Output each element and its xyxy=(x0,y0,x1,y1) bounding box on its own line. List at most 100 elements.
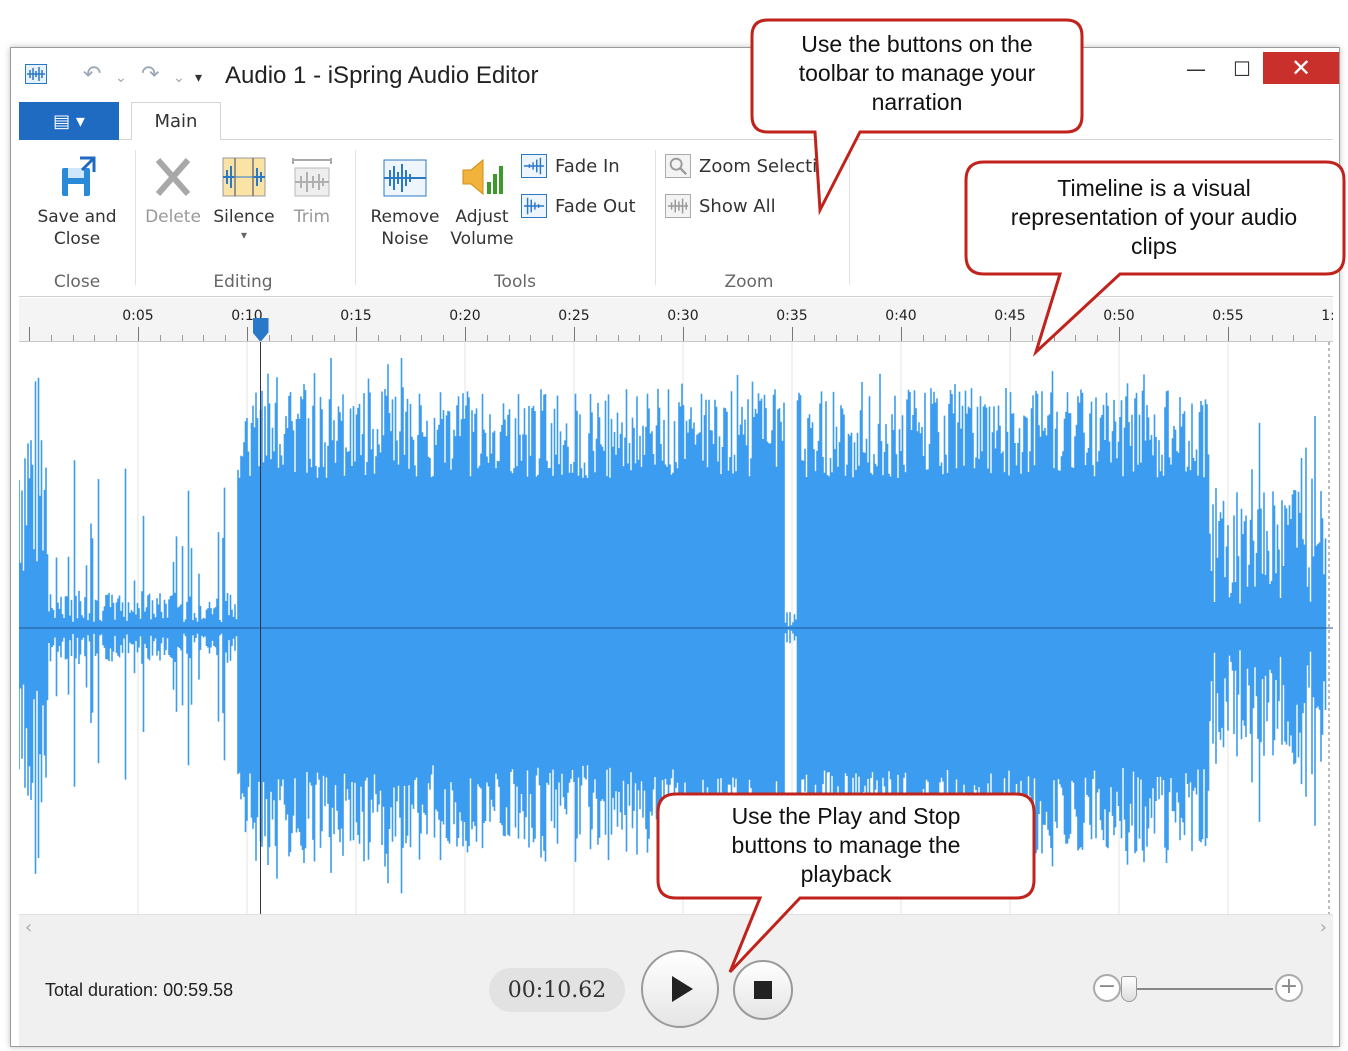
ruler-tick xyxy=(639,335,641,341)
maximize-button[interactable]: ☐ xyxy=(1227,54,1257,84)
ruler-tick xyxy=(574,327,575,341)
ruler-tick xyxy=(813,335,815,341)
ruler-tick xyxy=(399,335,401,341)
ruler-tick xyxy=(203,335,205,341)
adjust-volume-label-2: Volume xyxy=(450,229,514,249)
adjust-volume-label-1: Adjust xyxy=(455,207,509,227)
callout-line: representation of your audio xyxy=(1010,204,1298,230)
ruler-tick-label: 0:55 xyxy=(1212,308,1244,324)
zoom-in-icon[interactable]: + xyxy=(1275,974,1303,1002)
play-icon xyxy=(672,976,693,1002)
save-and-close-label-1: Save and xyxy=(37,207,117,227)
ruler-tick-label: 0:15 xyxy=(340,308,372,324)
silence-button[interactable]: Silence ▾ xyxy=(211,154,277,242)
callout-line: Use the buttons on the xyxy=(801,31,1033,57)
scroll-right-arrow-icon[interactable]: › xyxy=(1320,917,1327,938)
ruler-tick xyxy=(1293,335,1295,341)
ruler-tick-label: 0:25 xyxy=(558,308,590,324)
ruler-tick xyxy=(50,335,52,341)
fade-out-icon xyxy=(521,194,547,218)
ruler-tick xyxy=(1097,335,1099,341)
ruler-tick xyxy=(1119,327,1120,341)
trim-icon xyxy=(292,158,332,197)
redo-icon[interactable]: ↷ xyxy=(141,62,159,87)
ruler-tick xyxy=(225,335,227,341)
silence-label: Silence xyxy=(213,207,275,227)
callout-line: playback xyxy=(800,861,892,887)
zoom-out-icon[interactable]: − xyxy=(1093,974,1121,1002)
ruler-tick xyxy=(530,335,532,341)
total-duration: Total duration: 00:59.58 xyxy=(45,980,234,1000)
ruler-tick xyxy=(748,335,750,341)
ruler-tick xyxy=(356,327,357,341)
ruler-tick xyxy=(312,335,314,341)
minimize-button[interactable]: — xyxy=(1181,54,1211,84)
silence-dropdown-icon[interactable]: ▾ xyxy=(211,228,277,242)
timeline-ruler[interactable]: 0:05 0:10 0:15 0:20 0:25 0:30 0:35 0:40 0:45 0:50… xyxy=(19,298,1333,342)
ruler-tick xyxy=(290,335,292,341)
ruler-tick xyxy=(1228,327,1229,341)
zoom-slider-track[interactable] xyxy=(1123,988,1273,990)
group-label-close: Close xyxy=(53,272,101,292)
group-separator xyxy=(135,150,136,285)
ruler-tick xyxy=(966,335,968,341)
ruler-tick xyxy=(1075,335,1077,341)
ruler-tick xyxy=(988,335,990,341)
stop-button[interactable] xyxy=(733,960,793,1020)
undo-icon[interactable]: ↶ xyxy=(83,62,101,87)
file-menu-tab[interactable]: ▤ ▾ xyxy=(19,102,119,140)
ruler-tick xyxy=(595,335,597,341)
window-title: Audio 1 - iSpring Audio Editor xyxy=(225,62,539,89)
fade-in-icon xyxy=(521,154,547,178)
save-and-close-button[interactable]: Save and Close xyxy=(29,154,125,250)
adjust-volume-button[interactable]: Adjust Volume xyxy=(447,154,517,250)
group-separator xyxy=(849,150,850,285)
remove-noise-button[interactable]: Remove Noise xyxy=(369,154,441,250)
ruler-tick xyxy=(443,335,445,341)
ruler-tick xyxy=(138,327,139,341)
silence-icon xyxy=(222,157,266,197)
group-separator xyxy=(655,150,656,285)
fade-out-button[interactable]: Fade Out xyxy=(521,194,636,218)
ruler-tick xyxy=(29,327,30,341)
group-label-tools: Tools xyxy=(494,272,536,292)
current-time-display: 00:10.62 xyxy=(489,968,625,1012)
zoom-selection-button[interactable]: Zoom Selection xyxy=(665,154,840,178)
ruler-tick-label: 0:30 xyxy=(667,308,699,324)
show-all-button[interactable]: Show All xyxy=(665,194,776,218)
ruler-tick xyxy=(1249,335,1251,341)
callout-line: toolbar to manage your xyxy=(798,60,1036,86)
fade-in-button[interactable]: Fade In xyxy=(521,154,620,178)
zoom-selection-label: Zoom Selection xyxy=(699,155,840,177)
tab-main[interactable]: Main xyxy=(131,102,221,141)
ruler-tick-label: 0:20 xyxy=(449,308,481,324)
remove-noise-icon xyxy=(383,159,427,197)
ruler-tick xyxy=(661,335,663,341)
remove-noise-label-1: Remove xyxy=(370,207,440,227)
ruler-tick xyxy=(72,335,74,341)
play-button[interactable] xyxy=(641,950,719,1028)
callout-line: Use the Play and Stop xyxy=(731,803,961,829)
title-bar: ↶ ⌄ ↷ ⌄ ▾ Audio 1 - iSpring Audio Editor… xyxy=(11,48,1339,100)
group-separator xyxy=(355,150,356,285)
playhead-marker-icon[interactable] xyxy=(252,318,269,341)
ruler-tick xyxy=(1140,335,1142,341)
customize-toolbar-icon[interactable]: ▾ xyxy=(195,70,202,86)
ruler-tick xyxy=(857,335,859,341)
timeline-callout-text: Timeline is a visual representation of y… xyxy=(966,174,1342,261)
show-all-label: Show All xyxy=(699,195,776,217)
redo-dropdown-icon[interactable]: ⌄ xyxy=(173,70,185,86)
ruler-tick xyxy=(1031,335,1033,341)
ruler-tick xyxy=(1206,335,1208,341)
undo-dropdown-icon[interactable]: ⌄ xyxy=(115,70,127,86)
stop-icon xyxy=(754,981,772,999)
zoom-slider-handle[interactable] xyxy=(1121,976,1137,1002)
ruler-tick xyxy=(1315,335,1317,341)
volume-icon xyxy=(462,158,503,196)
close-button[interactable]: ✕ xyxy=(1263,52,1339,84)
delete-button[interactable]: Delete xyxy=(143,154,203,228)
scroll-left-arrow-icon[interactable]: ‹ xyxy=(25,917,32,938)
group-label-editing: Editing xyxy=(213,272,273,292)
trim-button[interactable]: Trim xyxy=(285,154,339,228)
horizontal-scrollbar[interactable]: ‹ › xyxy=(19,914,1333,940)
